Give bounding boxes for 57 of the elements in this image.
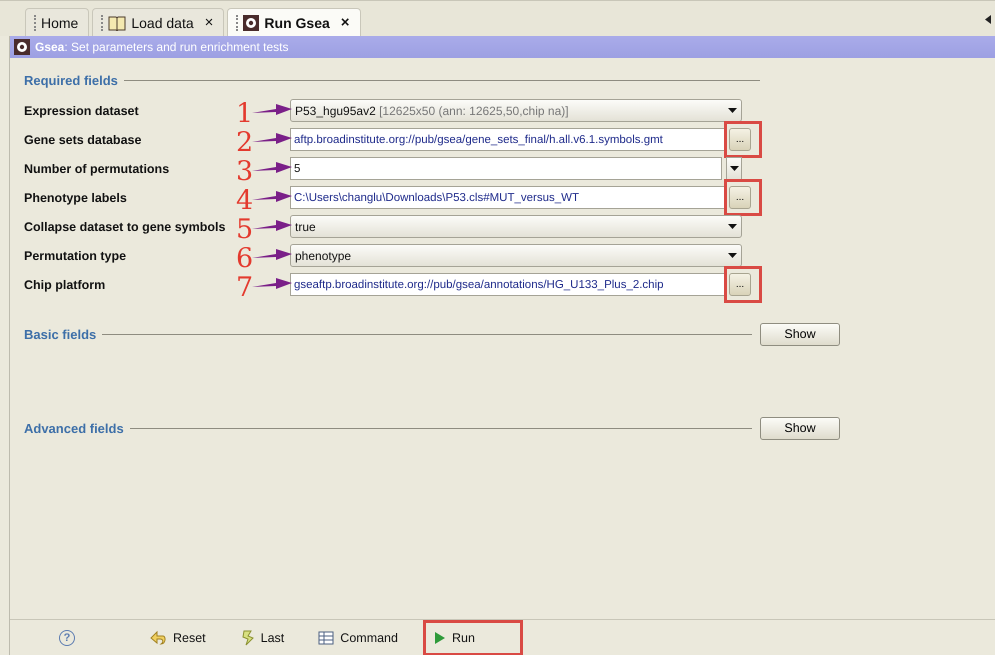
caret-icon [728, 224, 737, 229]
dropdown[interactable]: phenotype [290, 244, 742, 267]
annotation-arrow [252, 160, 292, 176]
field-label: Gene sets database [24, 132, 142, 146]
input-field[interactable]: 5 [290, 157, 722, 180]
tab[interactable]: Home [25, 8, 90, 36]
tab[interactable]: Load data × [92, 8, 224, 36]
show-button[interactable]: Show [760, 416, 840, 440]
annotation-arrow [252, 218, 292, 234]
dropdown[interactable]: true [290, 215, 742, 238]
annotation-arrow [252, 247, 292, 263]
annotation-number: 4 [236, 187, 254, 214]
play-icon [434, 630, 446, 644]
caret-icon [728, 108, 737, 113]
run-button[interactable]: Run [422, 620, 523, 655]
table-icon [318, 630, 334, 646]
annotation-number: 2 [236, 129, 254, 156]
browse-button[interactable]: ... [729, 128, 751, 151]
caret-icon [730, 166, 738, 171]
annotation-arrow [252, 131, 292, 147]
command-button[interactable]: Command [307, 620, 411, 655]
undo-arrow-icon [149, 630, 167, 646]
field-label: Collapse dataset to gene symbols [24, 220, 226, 234]
browse-button[interactable]: ... [729, 186, 751, 209]
show-button[interactable]: Show [760, 322, 840, 346]
annotation-arrow [252, 276, 292, 292]
last-button[interactable]: Last [230, 620, 298, 655]
reset-button[interactable]: Reset [138, 620, 219, 655]
field-label: Permutation type [24, 248, 128, 262]
caret-icon [728, 253, 737, 258]
input-field[interactable]: aftp.broadinstitute.org://pub/gsea/gene_sets_final/h.all.v6.1.symbols.gmt [290, 128, 726, 151]
input-field[interactable]: C:\Users\changlu\Downloads\P53.cls#MUT_versus_WT [290, 186, 726, 209]
dropdown[interactable]: P53_hgu95av2 [12625x50 (ann: 12625,50,chip na)] [290, 99, 742, 122]
section-title: Advanced fields [24, 420, 124, 436]
browse-button[interactable]: ... [729, 273, 751, 296]
tab[interactable]: Run Gsea × [227, 8, 361, 36]
close-icon[interactable]: × [340, 14, 350, 31]
field-label: Phenotype labels [24, 190, 128, 204]
dropdown-button[interactable] [726, 157, 742, 180]
section-title: Basic fields [24, 326, 96, 342]
scroll-left-icon[interactable] [985, 15, 991, 24]
close-icon[interactable]: × [204, 14, 214, 31]
annotation-arrow [252, 189, 292, 205]
annotation-number: 3 [236, 158, 254, 185]
book-icon [108, 14, 126, 30]
annotation-arrow [252, 102, 292, 118]
annotation-number: 6 [236, 245, 254, 272]
field-label: Chip platform [24, 278, 106, 292]
header-text: Gsea: Set parameters and run enrichment tests [35, 40, 288, 54]
annotation-number: 5 [236, 216, 254, 243]
annotation-number: 7 [236, 274, 254, 301]
annotation-number: 1 [236, 100, 254, 127]
field-label: Expression dataset [24, 104, 140, 118]
input-field[interactable]: gseaftp.broadinstitute.org://pub/gsea/annotations/HG_U133_Plus_2.chip [290, 273, 726, 296]
section-title: Required fields [24, 72, 118, 88]
field-label: Number of permutations [24, 162, 170, 176]
help-button[interactable]: ? [48, 620, 88, 655]
